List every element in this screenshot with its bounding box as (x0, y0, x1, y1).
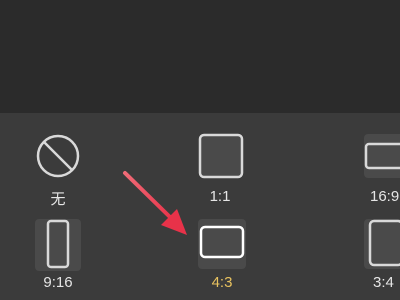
ratio-option-16-9[interactable]: 16:9 (358, 130, 400, 210)
wide-ratio-icon (364, 134, 400, 178)
ratio-label-9-16: 9:16 (43, 274, 73, 291)
square-ratio-icon (198, 133, 244, 179)
portrait-ratio-icon (364, 219, 400, 269)
ratio-label-none: 无 (50, 191, 66, 208)
ratio-option-none[interactable]: 无 (28, 130, 88, 210)
ratio-option-4-3[interactable]: 4:3 (192, 215, 252, 295)
ratio-label-3-4: 3:4 (373, 274, 394, 291)
landscape-ratio-icon (198, 219, 246, 269)
ratio-label-1-1: 1:1 (209, 188, 231, 205)
ratio-option-1-1[interactable]: 1:1 (190, 130, 250, 210)
ratio-label-16-9: 16:9 (370, 188, 400, 205)
preview-area (0, 0, 400, 113)
no-ratio-icon (36, 134, 80, 178)
ratio-option-9-16[interactable]: 9:16 (28, 215, 88, 295)
tall-ratio-icon (35, 219, 81, 271)
ratio-option-3-4[interactable]: 3:4 (360, 215, 400, 295)
arrow-annotation-icon (123, 171, 187, 235)
ratio-label-4-3: 4:3 (211, 274, 233, 291)
